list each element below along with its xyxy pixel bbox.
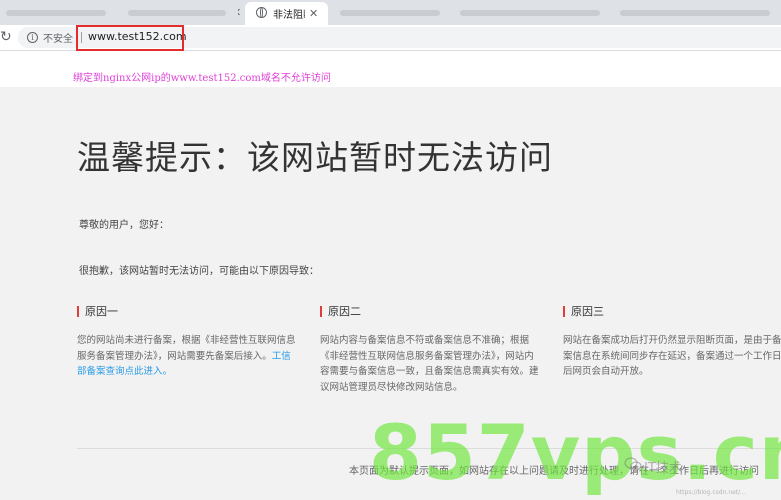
reason-body: 网站在备案成功后打开仍然显示阻断页面，是由于备案信息在系统间同步存在延迟，备案通… [563,335,781,377]
annotation-text: 绑定到nginx公网ip的www.test152.com域名不允许访问 [73,73,331,84]
reason-body: 您的网站尚未进行备案，根据《非经营性互联网信息服务备案管理办法》，网站需要先备案… [77,335,296,377]
tab-inactive[interactable] [450,2,610,25]
reason-title: 原因三 [563,305,781,319]
reason-two: 原因二 网站内容与备案信息不符或备案信息不准确；根据《非经营性互联网信息服务备案… [320,305,540,395]
close-icon[interactable]: ✕ [309,8,318,19]
watermark-small: https://blog.csdn.net/... [676,489,746,496]
security-label[interactable]: 不安全 [43,30,73,45]
browser-window: ✕ 非法阻断 ✕ ↻ i 不安全 www.test152.com 绑定到ngi [0,0,781,500]
reason-three: 原因三 网站在备案成功后打开仍然显示阻断页面，是由于备案信息在系统间同步存在延迟… [563,305,781,380]
tab-inactive[interactable] [610,2,781,25]
globe-icon [256,7,267,18]
reason-one: 原因一 您的网站尚未进行备案，根据《非经营性互联网信息服务备案管理办法》，网站需… [77,305,297,380]
watermark-large: 857vps.cn [369,408,781,497]
tab-active[interactable]: 非法阻断 ✕ [245,2,328,25]
wechat-icon [624,457,642,471]
page-title: 温馨提示：该网站暂时无法访问 [77,138,553,177]
watermark-brand: IT技术 [644,461,682,476]
reload-icon[interactable]: ↻ [0,29,12,45]
tab-inactive[interactable] [120,2,238,25]
reason-title: 原因一 [77,305,297,319]
intro-text: 很抱歉，该网站暂时无法访问，可能由以下原因导致： [79,266,319,277]
url-highlight-box [76,25,184,51]
tab-strip: ✕ 非法阻断 ✕ [0,0,781,25]
tab-inactive[interactable] [330,2,450,25]
reason-title: 原因二 [320,305,540,319]
info-icon[interactable]: i [27,32,38,43]
tab-inactive[interactable] [0,2,120,25]
tab-title: 非法阻断 [273,10,305,21]
greeting-text: 尊敬的用户，您好： [79,220,169,231]
reason-body: 网站内容与备案信息不符或备案信息不准确；根据《非经营性互联网信息服务备案管理办法… [320,335,539,393]
